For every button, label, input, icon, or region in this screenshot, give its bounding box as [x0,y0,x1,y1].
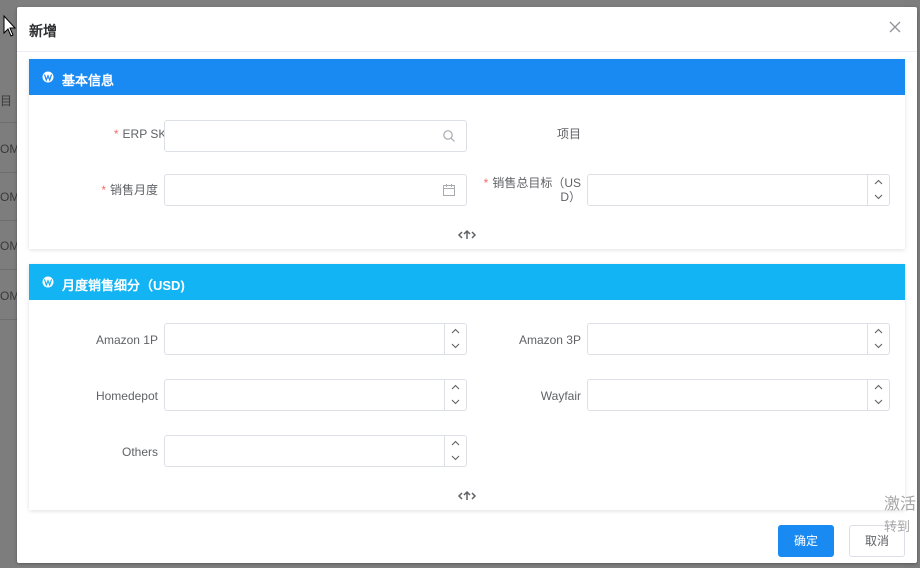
decrease-button[interactable] [868,395,889,410]
chevron-up-icon [451,328,460,334]
chevron-down-icon [874,343,883,349]
divider [0,172,18,173]
chevron-down-icon [874,194,883,200]
collapse-arrows-icon[interactable] [457,228,477,242]
activation-watermark: 激活 转到 [884,494,920,538]
monthly-breakdown-card: 月度销售细分（USD) Amazon 1P Amazon 3P Homedepo… [29,264,905,510]
mouse-cursor-icon [3,15,17,37]
amazon-1p-stepper[interactable] [444,324,466,354]
homedepot-input[interactable] [164,379,467,411]
background-cell: OM( [0,239,18,253]
decrease-button[interactable] [445,451,466,466]
basic-info-title: 基本信息 [62,73,115,88]
chevron-down-icon [874,399,883,405]
amazon-3p-stepper[interactable] [867,324,889,354]
sales-target-stepper[interactable] [867,175,889,205]
divider [0,319,18,320]
wayfair-label: Wayfair [540,389,581,403]
decrease-button[interactable] [868,190,889,205]
others-label: Others [121,445,158,459]
sales-target-label: * 销售总目标（US D） [483,176,581,204]
homedepot-stepper[interactable] [444,380,466,410]
increase-button[interactable] [868,175,889,190]
dialog-title: 新增 [29,23,57,39]
confirm-button[interactable]: 确定 [778,525,834,557]
dialog-header: 新增 [17,7,917,52]
amazon-1p-input[interactable] [164,323,467,355]
others-stepper[interactable] [444,436,466,466]
calendar-icon[interactable] [442,183,456,197]
chevron-down-icon [451,399,460,405]
monthly-breakdown-title: 月度销售细分（USD) [62,278,185,293]
chevron-up-icon [451,440,460,446]
increase-button[interactable] [868,380,889,395]
increase-button[interactable] [445,324,466,339]
amazon-1p-label: Amazon 1P [95,333,158,347]
chevron-up-icon [874,179,883,185]
background-table-left: 目 OM( OM( OM( OM( [0,0,18,568]
others-input[interactable] [164,435,467,467]
wayfair-stepper[interactable] [867,380,889,410]
wordpress-icon [42,71,54,83]
sales-month-input[interactable] [164,174,467,206]
sales-month-label: * 销售月度 [101,183,158,197]
chevron-up-icon [451,384,460,390]
divider [0,220,18,221]
background-cell: OM( [0,142,18,156]
divider [0,122,18,123]
erp-sku-input[interactable] [164,120,467,152]
background-cell: 目 [0,94,13,108]
search-icon[interactable] [442,129,456,143]
chevron-down-icon [451,455,460,461]
watermark-line: 转到 [884,519,911,534]
amazon-3p-input[interactable] [587,323,890,355]
amazon-3p-label: Amazon 3P [518,333,581,347]
homedepot-label: Homedepot [95,389,158,403]
background-cell: OM( [0,289,18,303]
divider [0,269,18,270]
increase-button[interactable] [445,380,466,395]
watermark-line: 激活 [884,496,917,513]
decrease-button[interactable] [445,339,466,354]
decrease-button[interactable] [868,339,889,354]
increase-button[interactable] [445,436,466,451]
wayfair-input[interactable] [587,379,890,411]
wordpress-icon [42,276,54,288]
increase-button[interactable] [868,324,889,339]
chevron-up-icon [874,328,883,334]
chevron-up-icon [874,384,883,390]
collapse-arrows-icon[interactable] [457,489,477,503]
basic-info-card: 基本信息 * ERP SKU 项目 * 销售月度 * 销售总目标（US D） [29,59,905,249]
basic-info-header: 基本信息 [29,59,905,95]
chevron-down-icon [451,343,460,349]
add-dialog: 新增 基本信息 * ERP SKU 项目 * 销售月度 * 销售总目标（US D… [17,7,917,563]
sales-target-input[interactable] [587,174,890,206]
close-icon[interactable] [887,19,903,35]
monthly-breakdown-header: 月度销售细分（USD) [29,264,905,300]
background-cell: OM( [0,190,18,204]
project-label: 项目 [556,127,581,141]
decrease-button[interactable] [445,395,466,410]
